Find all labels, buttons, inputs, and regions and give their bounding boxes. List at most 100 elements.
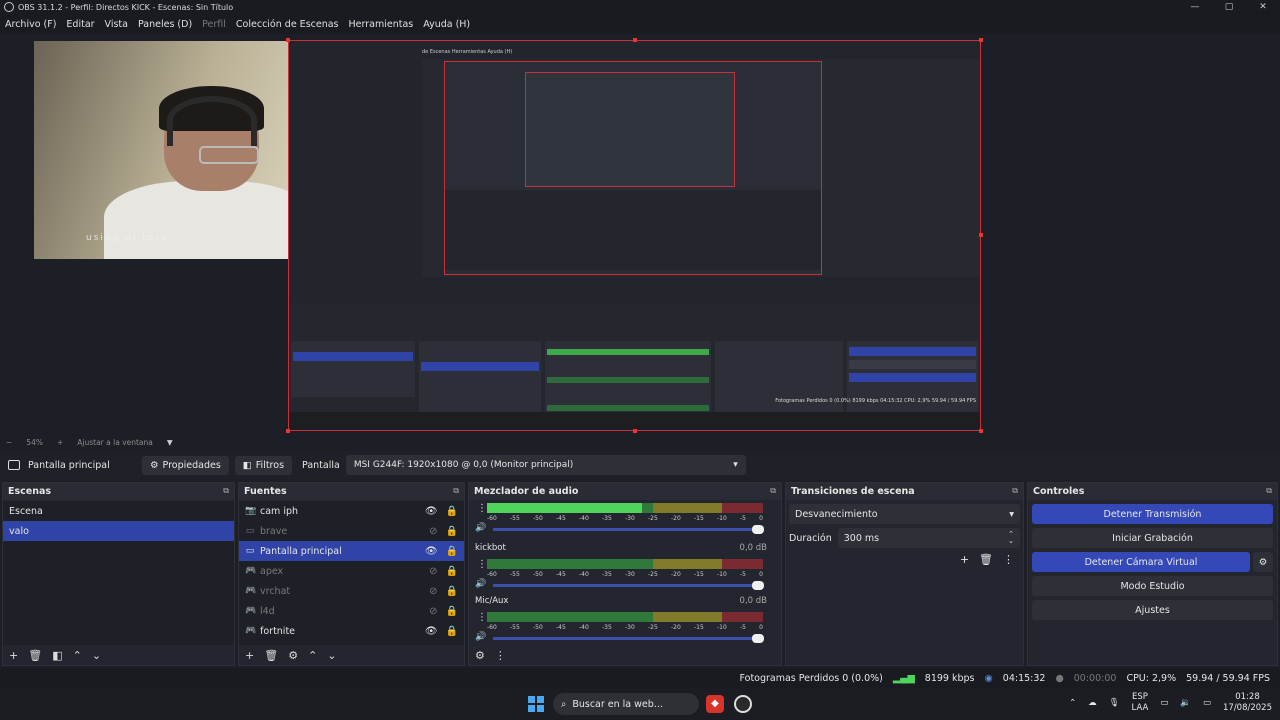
maximize-button[interactable]: ▢ bbox=[1212, 0, 1246, 14]
source-item-fortnite[interactable]: 🎮 fortnite 👁 🔒 bbox=[239, 621, 464, 641]
advanced-audio-icon[interactable]: ⚙ bbox=[475, 649, 485, 662]
zoom-in-button[interactable]: + bbox=[57, 438, 63, 447]
windows-start-icon[interactable] bbox=[528, 696, 544, 712]
add-transition-icon[interactable]: + bbox=[960, 553, 969, 566]
brave-browser-icon[interactable]: ◆ bbox=[706, 695, 724, 713]
minimize-button[interactable]: — bbox=[1178, 0, 1212, 14]
stop-virtual-cam-button[interactable]: Detener Cámara Virtual bbox=[1032, 552, 1250, 572]
scene-item-escena[interactable]: Escena bbox=[3, 501, 234, 521]
close-button[interactable]: ✕ bbox=[1246, 0, 1280, 14]
undock-icon[interactable]: ⧉ bbox=[770, 486, 776, 497]
resize-handle-t[interactable] bbox=[633, 38, 637, 42]
source-item-cam-iph[interactable]: 📷 cam iph 👁 🔒 bbox=[239, 501, 464, 521]
slider-knob[interactable] bbox=[752, 525, 764, 534]
volume-slider[interactable] bbox=[493, 581, 764, 590]
mixer-menu-icon[interactable]: ⋮ bbox=[495, 649, 506, 662]
transition-select[interactable]: Desvanecimiento ▾ bbox=[789, 504, 1020, 524]
duration-input[interactable]: 300 ms ⌃ ⌄ bbox=[837, 528, 1020, 548]
undock-icon[interactable]: ⧉ bbox=[1266, 486, 1272, 497]
screen-capture-source[interactable]: de Escenas Herramientas Ayuda (H) Fotogr… bbox=[288, 40, 981, 431]
undock-icon[interactable]: ⧉ bbox=[223, 486, 229, 497]
menu-herramientas[interactable]: Herramientas bbox=[349, 19, 414, 30]
move-up-icon[interactable]: ⌃ bbox=[73, 649, 82, 662]
menu-perfil[interactable]: Perfil bbox=[202, 19, 226, 30]
source-settings-gear-icon[interactable]: ⚙ bbox=[288, 649, 298, 662]
transition-menu-icon[interactable]: ⋮ bbox=[1003, 553, 1014, 566]
speaker-icon[interactable]: 🔊 bbox=[475, 523, 486, 533]
move-down-icon[interactable]: ⌄ bbox=[327, 649, 336, 662]
resize-handle-bl[interactable] bbox=[286, 429, 290, 433]
scene-filters-icon[interactable]: ◧ bbox=[52, 649, 62, 662]
taskbar-search[interactable]: ⌕ Buscar en la web... bbox=[553, 693, 699, 715]
remove-transition-icon[interactable]: 🗑 bbox=[979, 553, 993, 566]
clock[interactable]: 01:28 17/08/2025 bbox=[1223, 692, 1272, 714]
eye-icon[interactable]: 👁 bbox=[425, 626, 438, 637]
microphone-icon[interactable]: 🎙 bbox=[1109, 698, 1120, 708]
undock-icon[interactable]: ⧉ bbox=[1012, 486, 1018, 497]
zoom-out-button[interactable]: − bbox=[6, 438, 12, 447]
lock-icon[interactable]: 🔒 bbox=[446, 626, 458, 637]
move-up-icon[interactable]: ⌃ bbox=[308, 649, 317, 662]
eye-hidden-icon[interactable]: ⊘ bbox=[429, 586, 437, 597]
stop-stream-button[interactable]: Detener Transmisión bbox=[1032, 504, 1273, 524]
eye-hidden-icon[interactable]: ⊘ bbox=[429, 566, 437, 577]
resize-handle-r[interactable] bbox=[979, 233, 983, 237]
menu-editar[interactable]: Editar bbox=[66, 19, 94, 30]
source-item-pantalla-principal[interactable]: ▭ Pantalla principal 👁 🔒 bbox=[239, 541, 464, 561]
add-scene-icon[interactable]: + bbox=[9, 649, 18, 662]
kebab-icon[interactable]: ⋮ bbox=[477, 559, 487, 570]
scene-item-valo[interactable]: valo bbox=[3, 521, 234, 541]
lock-icon[interactable]: 🔒 bbox=[446, 506, 458, 517]
speaker-icon[interactable]: 🔊 bbox=[475, 579, 486, 589]
volume-slider[interactable] bbox=[493, 634, 764, 643]
source-item-l4d[interactable]: 🎮 l4d ⊘ 🔒 bbox=[239, 601, 464, 621]
properties-button[interactable]: ⚙ Propiedades bbox=[142, 455, 229, 475]
menu-ayuda[interactable]: Ayuda (H) bbox=[423, 19, 470, 30]
menu-paneles[interactable]: Paneles (D) bbox=[138, 19, 192, 30]
volume-slider[interactable] bbox=[493, 525, 764, 534]
add-source-icon[interactable]: + bbox=[245, 649, 254, 662]
speaker-icon[interactable]: 🔊 bbox=[475, 632, 486, 642]
fit-to-window-label[interactable]: Ajustar a la ventana bbox=[77, 438, 153, 447]
language-indicator[interactable]: ESP LAA bbox=[1132, 692, 1149, 714]
zoom-dropdown-icon[interactable]: ▼ bbox=[167, 438, 173, 447]
eye-icon[interactable]: 👁 bbox=[425, 546, 438, 557]
source-item-brave[interactable]: ▭ brave ⊘ 🔒 bbox=[239, 521, 464, 541]
kebab-icon[interactable]: ⋮ bbox=[477, 503, 487, 514]
studio-mode-button[interactable]: Modo Estudio bbox=[1032, 576, 1273, 596]
menu-vista[interactable]: Vista bbox=[105, 19, 128, 30]
menu-archivo[interactable]: Archivo (F) bbox=[5, 19, 56, 30]
resize-handle-br[interactable] bbox=[979, 429, 983, 433]
eye-hidden-icon[interactable]: ⊘ bbox=[429, 606, 437, 617]
tray-overflow-icon[interactable]: ⌃ bbox=[1069, 698, 1076, 708]
display-select[interactable]: MSI G244F: 1920x1080 @ 0,0 (Monitor prin… bbox=[345, 455, 746, 475]
cloud-icon[interactable]: ☁ bbox=[1088, 698, 1097, 708]
obs-taskbar-icon[interactable] bbox=[734, 695, 752, 713]
eye-hidden-icon[interactable]: ⊘ bbox=[429, 526, 437, 537]
move-down-icon[interactable]: ⌄ bbox=[92, 649, 101, 662]
start-recording-button[interactable]: Iniciar Grabación bbox=[1032, 528, 1273, 548]
lock-icon[interactable]: 🔒 bbox=[446, 526, 458, 537]
undock-icon[interactable]: ⧉ bbox=[453, 486, 459, 497]
slider-knob[interactable] bbox=[752, 581, 764, 590]
spinner-icon[interactable]: ⌃ ⌄ bbox=[1008, 531, 1014, 545]
lock-icon[interactable]: 🔒 bbox=[446, 606, 458, 617]
menu-coleccion-escenas[interactable]: Colección de Escenas bbox=[236, 19, 339, 30]
kebab-icon[interactable]: ⋮ bbox=[477, 612, 487, 623]
volume-icon[interactable]: 🔉 bbox=[1180, 698, 1191, 708]
resize-handle-tr[interactable] bbox=[979, 38, 983, 42]
virtual-cam-settings-gear-icon[interactable]: ⚙ bbox=[1253, 552, 1273, 572]
remove-source-icon[interactable]: 🗑 bbox=[264, 649, 278, 662]
network-icon[interactable]: ▭ bbox=[1160, 698, 1168, 708]
settings-button[interactable]: Ajustes bbox=[1032, 600, 1273, 620]
resize-handle-b[interactable] bbox=[633, 429, 637, 433]
source-item-vrchat[interactable]: 🎮 vrchat ⊘ 🔒 bbox=[239, 581, 464, 601]
resize-handle-tl[interactable] bbox=[286, 38, 290, 42]
remove-scene-icon[interactable]: 🗑 bbox=[28, 649, 42, 662]
eye-icon[interactable]: 👁 bbox=[425, 506, 438, 517]
source-item-apex[interactable]: 🎮 apex ⊘ 🔒 bbox=[239, 561, 464, 581]
filters-button[interactable]: ◧ Filtros bbox=[234, 455, 293, 475]
slider-knob[interactable] bbox=[752, 634, 764, 643]
lock-icon[interactable]: 🔒 bbox=[446, 586, 458, 597]
lock-icon[interactable]: 🔒 bbox=[446, 546, 458, 557]
